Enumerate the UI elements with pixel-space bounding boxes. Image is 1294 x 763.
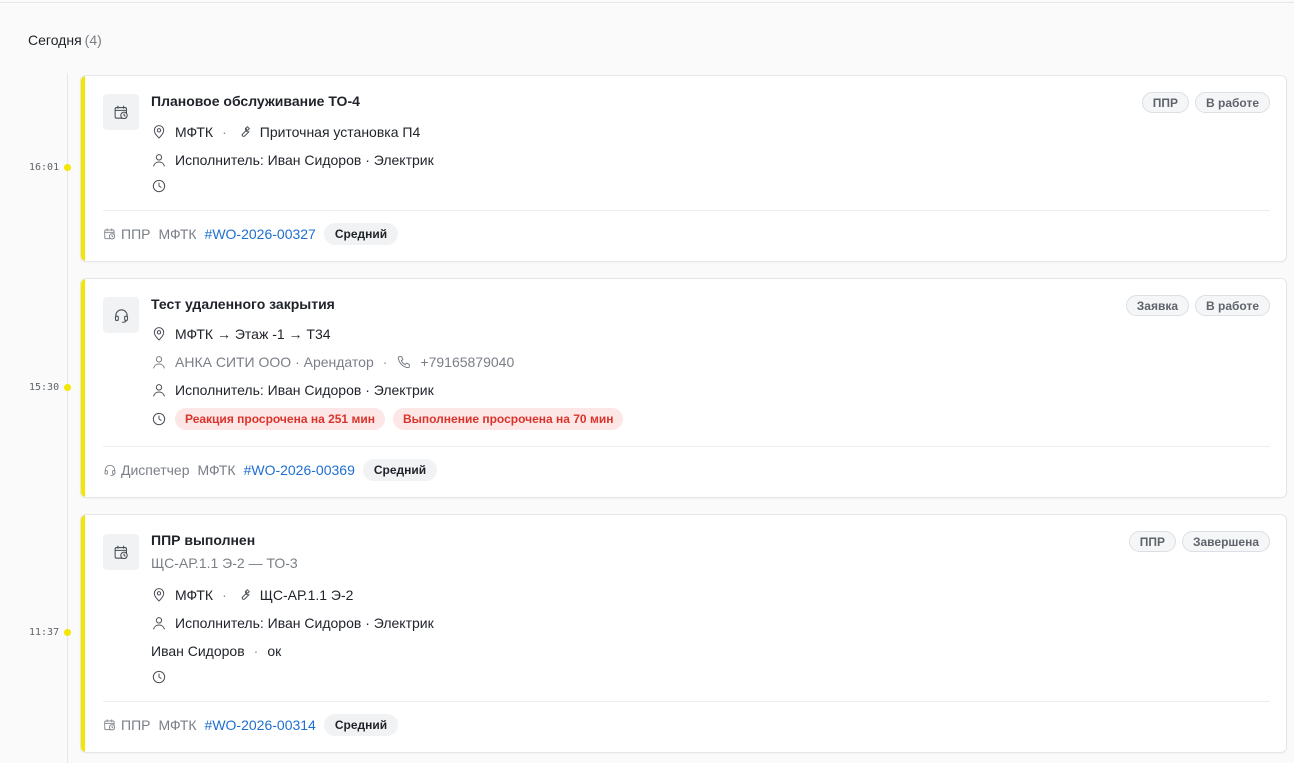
location-text: МФТК	[175, 124, 214, 140]
headset-icon	[103, 297, 139, 333]
location-row: МФТК → Этаж -1 → Т34	[151, 325, 331, 343]
footer-type: Диспетчер	[121, 462, 190, 478]
footer-site: МФТК	[158, 226, 197, 242]
user-icon	[151, 615, 167, 631]
equipment-text: Приточная установка П4	[259, 124, 421, 140]
clock-icon	[151, 178, 167, 194]
event-time: 15:30	[29, 382, 60, 393]
card-divider	[103, 701, 1270, 702]
sla-row: Реакция просрочена на 251 мин Выполнение…	[151, 408, 631, 430]
headset-icon	[103, 463, 117, 477]
section-header: Сегодня (4)	[28, 32, 102, 48]
phone-text[interactable]: +79165879040	[420, 354, 514, 370]
comment-author: Иван Сидоров	[151, 643, 245, 659]
timeline-rail	[67, 73, 68, 763]
card-footer: Диспетчер МФТК #WO-2026-00369 Средний	[103, 459, 438, 481]
card-accent	[81, 515, 85, 752]
user-icon	[151, 354, 167, 370]
wrench-icon	[236, 587, 252, 603]
type-badge: Заявка	[1125, 295, 1189, 316]
timeline-dot	[64, 629, 71, 636]
card-divider	[103, 446, 1270, 447]
footer-site: МФТК	[158, 717, 197, 733]
event-time: 11:37	[29, 627, 60, 638]
type-badge: ППР	[1141, 92, 1189, 113]
assignee-text: Исполнитель: Иван Сидоров · Электрик	[175, 615, 434, 631]
card-footer: ППР МФТК #WO-2026-00327 Средний	[103, 223, 399, 245]
sla-completion-overdue: Выполнение просрочена на 70 мин	[392, 408, 624, 430]
work-order-card[interactable]: Плановое обслуживание ТО-4 ППР В работе …	[80, 75, 1287, 262]
separator: ·	[222, 587, 227, 603]
assignee-row: Исполнитель: Иван Сидоров · Электрик	[151, 151, 434, 169]
calendar-clock-icon	[103, 718, 117, 732]
sla-row	[151, 668, 175, 686]
sla-response-overdue: Реакция просрочена на 251 мин	[175, 408, 385, 430]
user-icon	[151, 152, 167, 168]
work-order-card[interactable]: ППР выполнен ЩС-АР.1.1 Э-2 — ТО-3 ППР За…	[80, 514, 1287, 753]
equipment-text: ЩС-АР.1.1 Э-2	[259, 587, 354, 603]
top-divider	[0, 2, 1294, 3]
phone-icon	[396, 354, 412, 370]
work-order-link[interactable]: #WO-2026-00369	[244, 462, 355, 478]
work-order-link[interactable]: #WO-2026-00314	[205, 717, 316, 733]
clock-icon	[151, 669, 167, 685]
section-count: (4)	[84, 32, 102, 48]
sla-row	[151, 177, 175, 195]
status-badges: ППР Завершена	[1128, 531, 1270, 552]
card-accent	[81, 279, 85, 497]
section-title: Сегодня	[28, 32, 82, 48]
type-badge: ППР	[1128, 531, 1176, 552]
card-accent	[81, 76, 85, 261]
wrench-icon	[236, 124, 252, 140]
calendar-clock-icon	[103, 227, 117, 241]
separator: ·	[253, 643, 259, 659]
location-text: МФТК	[175, 587, 214, 603]
status-badges: ППР В работе	[1141, 92, 1270, 113]
assignee-row: Исполнитель: Иван Сидоров · Электрик	[151, 381, 434, 399]
location-row: МФТК · ЩС-АР.1.1 Э-2	[151, 586, 353, 604]
status-badge: Завершена	[1181, 531, 1270, 552]
footer-type: ППР	[121, 717, 151, 733]
comment-text: ок	[267, 643, 282, 659]
timeline-dot	[64, 164, 71, 171]
footer-type: ППР	[121, 226, 151, 242]
timeline-dot	[64, 384, 71, 391]
calendar-clock-icon	[103, 534, 139, 570]
priority-badge: Средний	[362, 459, 438, 481]
location-row: МФТК · Приточная установка П4	[151, 123, 420, 141]
card-title: Тест удаленного закрытия	[151, 296, 335, 312]
status-badges: Заявка В работе	[1125, 295, 1270, 316]
event-time: 16:01	[29, 162, 60, 173]
card-subtitle: ЩС-АР.1.1 Э-2 — ТО-3	[151, 555, 298, 571]
separator: ·	[222, 124, 227, 140]
priority-badge: Средний	[323, 223, 399, 245]
work-order-link[interactable]: #WO-2026-00327	[205, 226, 316, 242]
comment-row: Иван Сидоров · ок	[151, 642, 281, 660]
card-divider	[103, 210, 1270, 211]
separator: ·	[382, 354, 388, 370]
work-order-card[interactable]: Тест удаленного закрытия Заявка В работе…	[80, 278, 1287, 498]
status-badge: В работе	[1195, 295, 1270, 316]
requester-row: АНКА СИТИ ООО · Арендатор · +79165879040	[151, 353, 514, 371]
calendar-clock-icon	[103, 94, 139, 130]
status-badge: В работе	[1195, 92, 1270, 113]
footer-site: МФТК	[197, 462, 236, 478]
assignee-text: Исполнитель: Иван Сидоров · Электрик	[175, 382, 434, 398]
location-pin-icon	[151, 587, 167, 603]
assignee-text: Исполнитель: Иван Сидоров · Электрик	[175, 152, 434, 168]
card-footer: ППР МФТК #WO-2026-00314 Средний	[103, 714, 399, 736]
user-icon	[151, 382, 167, 398]
requester-text: АНКА СИТИ ООО · Арендатор	[175, 354, 374, 370]
location-pin-icon	[151, 124, 167, 140]
card-title: ППР выполнен	[151, 532, 256, 548]
location-pin-icon	[151, 326, 167, 342]
clock-icon	[151, 411, 167, 427]
location-text: МФТК → Этаж -1 → Т34	[175, 326, 331, 342]
priority-badge: Средний	[323, 714, 399, 736]
card-title: Плановое обслуживание ТО-4	[151, 93, 360, 109]
assignee-row: Исполнитель: Иван Сидоров · Электрик	[151, 614, 434, 632]
